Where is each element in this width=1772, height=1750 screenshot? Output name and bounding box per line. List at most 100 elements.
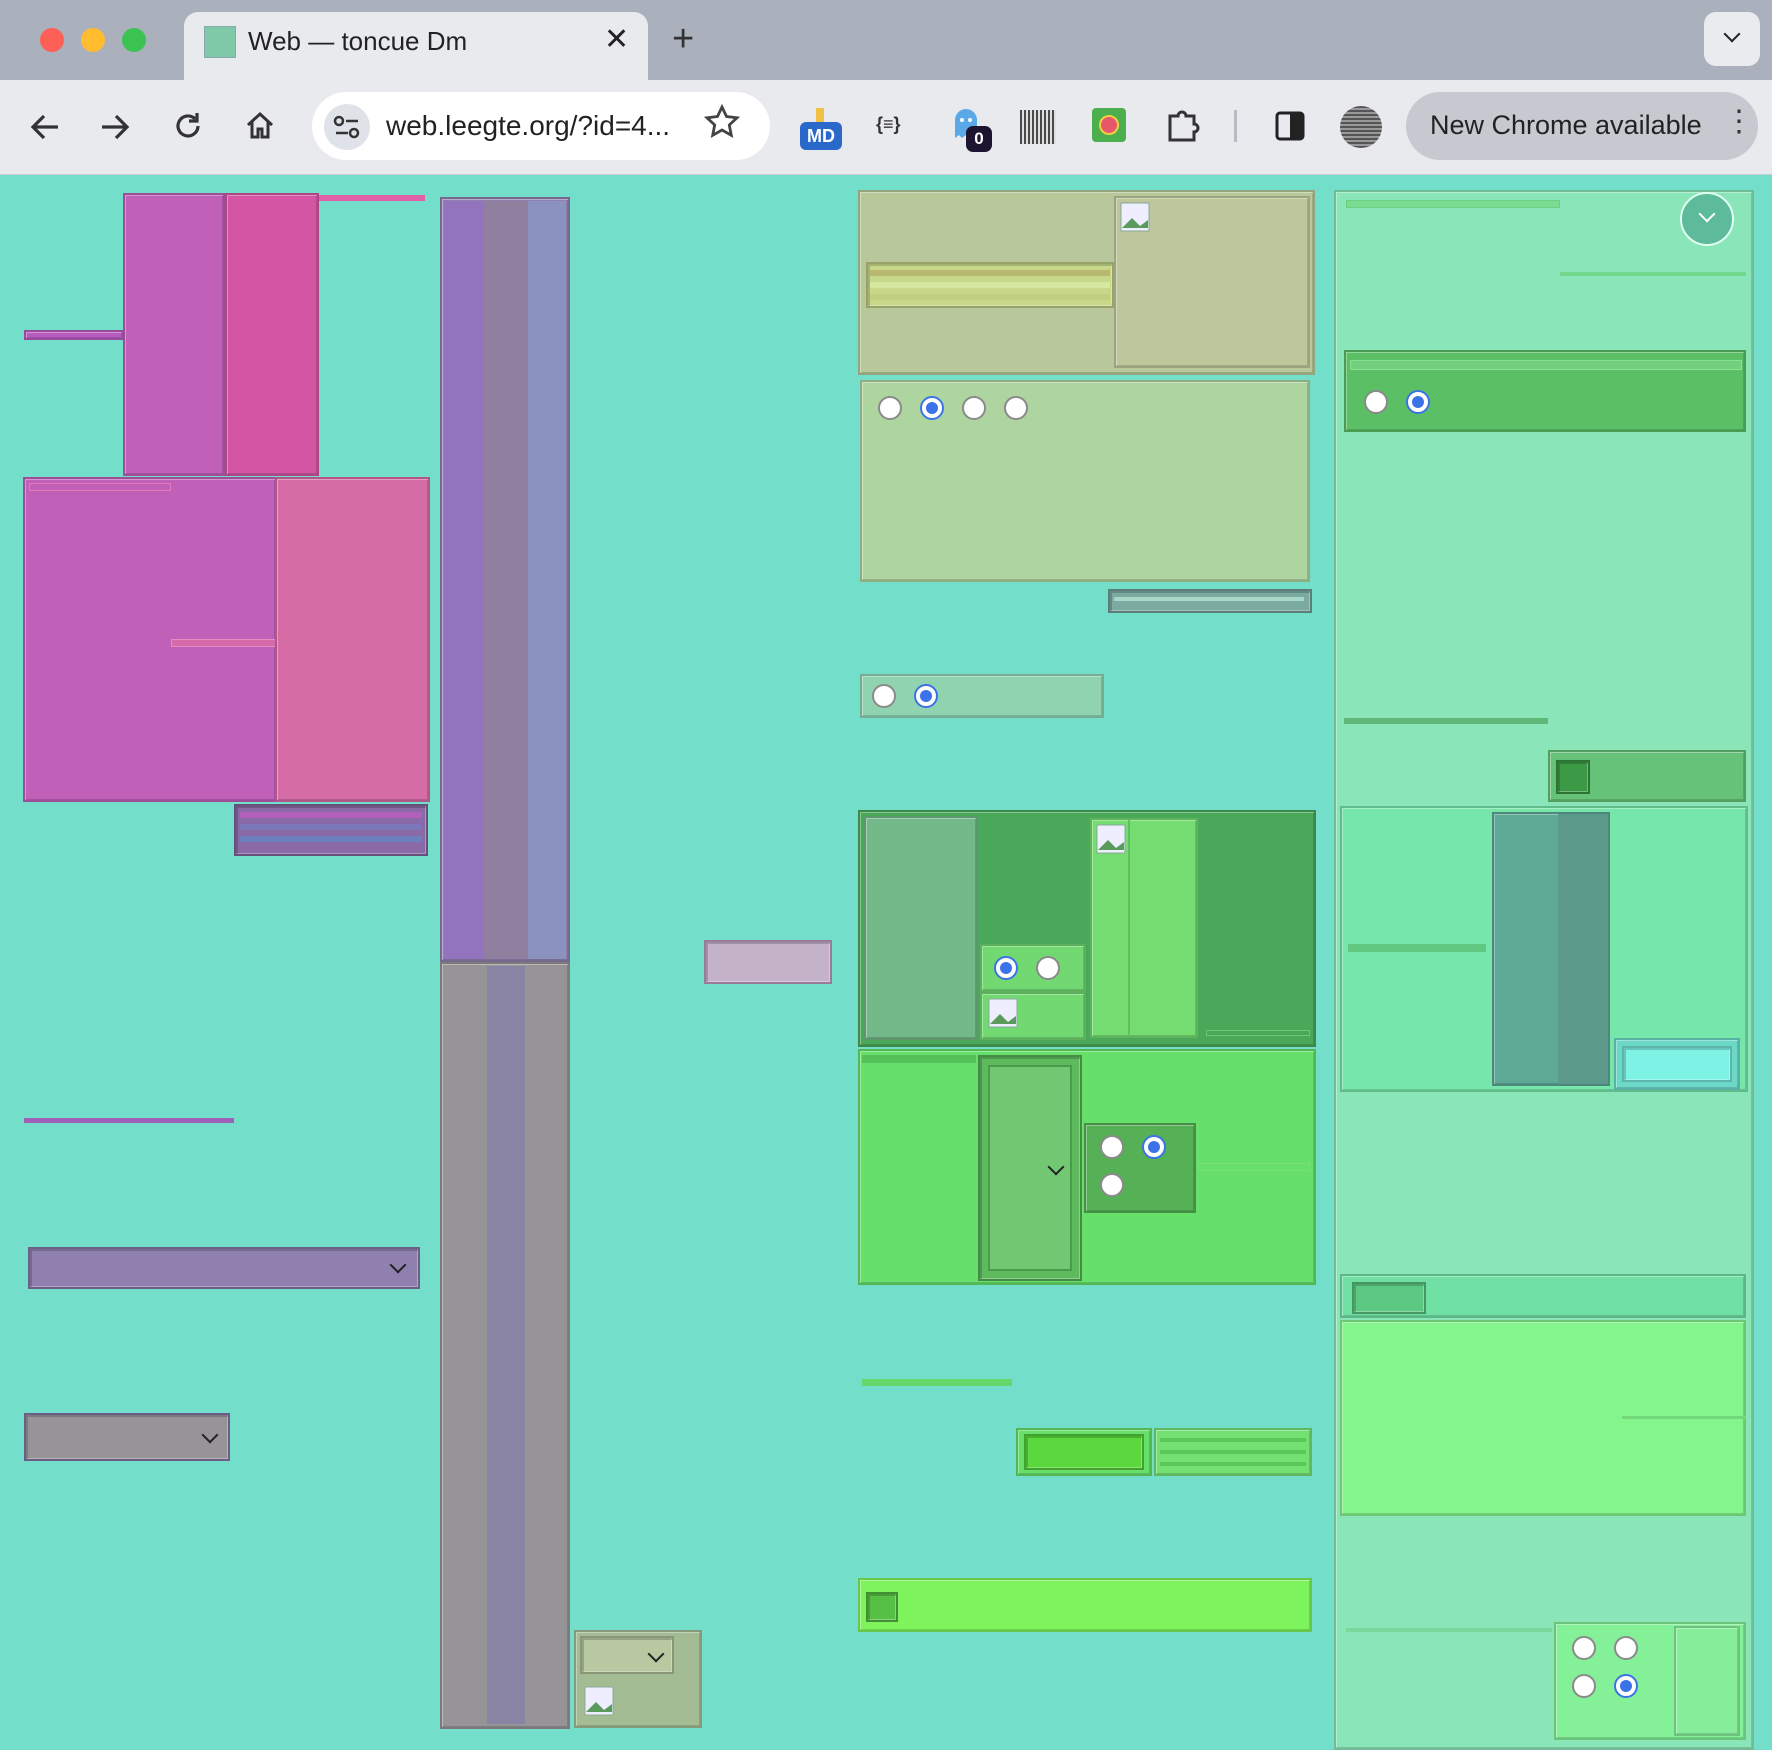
close-window-button[interactable] (40, 28, 64, 52)
green-listbox[interactable] (978, 1055, 1082, 1281)
right-bottom-radio-panel (1554, 1622, 1746, 1740)
pink-panel-left (123, 193, 225, 476)
right-cyan-input[interactable] (1622, 1046, 1732, 1082)
chevron-down-icon (1698, 205, 1716, 223)
pink-panel-right (225, 193, 319, 476)
radio-option[interactable] (1364, 390, 1388, 414)
back-icon[interactable] (28, 112, 62, 142)
radio-option[interactable] (1614, 1636, 1638, 1660)
lime-slider-bar[interactable] (858, 1578, 1312, 1632)
green-radio-panel (980, 944, 1086, 992)
green-line (862, 1379, 1012, 1386)
new-tab-button[interactable]: + (672, 18, 694, 61)
pink-strip (319, 195, 425, 201)
radio-option-selected[interactable] (1142, 1135, 1166, 1159)
image-placeholder-icon (1120, 202, 1150, 232)
home-icon[interactable] (244, 110, 276, 142)
violet-col-b (484, 201, 528, 959)
violet-select[interactable] (28, 1247, 420, 1289)
ghost-extension-icon[interactable]: 0 (950, 108, 992, 154)
toolbar-divider (1234, 110, 1237, 142)
gray-select[interactable] (24, 1413, 230, 1461)
menu-dots-icon[interactable]: ⋮ (1724, 104, 1754, 139)
green-image-panel (980, 992, 1086, 1040)
mauve-input[interactable] (704, 940, 832, 984)
image-placeholder-icon (1096, 824, 1126, 854)
right-slider-thumb[interactable] (1352, 1282, 1426, 1314)
reload-icon[interactable] (172, 110, 204, 142)
profile-avatar[interactable] (1340, 106, 1382, 148)
right-progress-bar (1548, 750, 1746, 802)
right-input-frame (1614, 1038, 1740, 1090)
extensions-puzzle-icon[interactable] (1164, 106, 1202, 144)
chevron-down-icon (1723, 25, 1741, 43)
maximize-window-button[interactable] (122, 28, 146, 52)
violet-line (24, 1118, 234, 1123)
right-radio-strip (1350, 360, 1742, 370)
side-panel-icon[interactable] (1274, 110, 1306, 142)
right-mint-strip (1348, 944, 1486, 952)
pink-inner-strip (29, 483, 171, 491)
radio-option-selected[interactable] (914, 684, 938, 708)
colorful-extension-icon[interactable] (1092, 108, 1126, 142)
radio-option[interactable] (1036, 956, 1060, 980)
update-chrome-button[interactable]: New Chrome available ⋮ (1406, 92, 1758, 160)
radio-option-selected[interactable] (994, 956, 1018, 980)
chevron-down-icon (389, 1256, 407, 1274)
radio-option[interactable] (962, 396, 986, 420)
green-column-panel (1090, 818, 1198, 1038)
qr-extension-icon[interactable] (1020, 110, 1056, 144)
green-button-frame (1016, 1428, 1152, 1476)
right-bottom-side (1674, 1626, 1740, 1736)
radio-option-selected[interactable] (1614, 1674, 1638, 1698)
tab-close-icon[interactable]: ✕ (604, 22, 629, 57)
markdown-extension-icon[interactable]: MD (800, 108, 842, 154)
right-teal-col (1558, 814, 1608, 1084)
right-strip-2 (1560, 272, 1746, 276)
right-progress-thumb[interactable] (1556, 760, 1590, 794)
scroll-down-button[interactable] (1680, 192, 1734, 246)
radio-option[interactable] (872, 684, 896, 708)
violet-col-a (444, 201, 484, 959)
radio-option-selected[interactable] (1406, 390, 1430, 414)
right-teal-panel (1492, 812, 1610, 1086)
green-radio-box (1084, 1123, 1196, 1213)
olive-striped-widget (866, 262, 1114, 308)
url-text[interactable]: web.leegte.org/?id=4... (386, 110, 670, 142)
bookmark-star-icon[interactable] (704, 104, 740, 140)
radio-option[interactable] (1572, 1636, 1596, 1660)
minimize-window-button[interactable] (81, 28, 105, 52)
tab-title: Web — toncue Dm (248, 26, 468, 56)
tab-active[interactable]: Web — toncue Dm ✕ (184, 12, 648, 80)
radio-option[interactable] (878, 396, 902, 420)
lime-slider-thumb[interactable] (866, 1592, 898, 1622)
right-strip-4 (1346, 1628, 1552, 1632)
chevron-down-icon (647, 1645, 665, 1663)
violet-col-c (528, 201, 566, 959)
pink-slider-track[interactable] (171, 639, 277, 647)
tab-search-button[interactable] (1704, 12, 1760, 66)
json-extension-icon[interactable]: {≡} (876, 114, 901, 135)
markdown-extension-label: MD (800, 122, 842, 150)
address-bar[interactable]: web.leegte.org/?id=4... (312, 92, 770, 160)
violet-column-top (440, 197, 570, 962)
forward-icon[interactable] (98, 112, 132, 142)
green-action-button[interactable] (1024, 1434, 1144, 1470)
radio-strip-panel (860, 674, 1104, 718)
radio-option[interactable] (1572, 1674, 1596, 1698)
radio-option-selected[interactable] (920, 396, 944, 420)
right-strip-3 (1344, 718, 1548, 724)
right-strip-1 (1346, 200, 1560, 208)
site-settings-icon[interactable] (324, 104, 370, 150)
radio-option[interactable] (1100, 1173, 1124, 1197)
radio-option[interactable] (1100, 1135, 1124, 1159)
radio-option[interactable] (1004, 396, 1028, 420)
pink-bar (24, 330, 124, 340)
right-slider-bar[interactable] (1340, 1274, 1746, 1318)
olive-small-panel (574, 1630, 702, 1728)
green-side-panel (864, 816, 978, 1040)
olive-small-select[interactable] (580, 1636, 674, 1674)
green-thin-strip (1198, 1163, 1310, 1171)
olive-panel (858, 190, 1315, 375)
gray-column-bottom (440, 962, 570, 1729)
